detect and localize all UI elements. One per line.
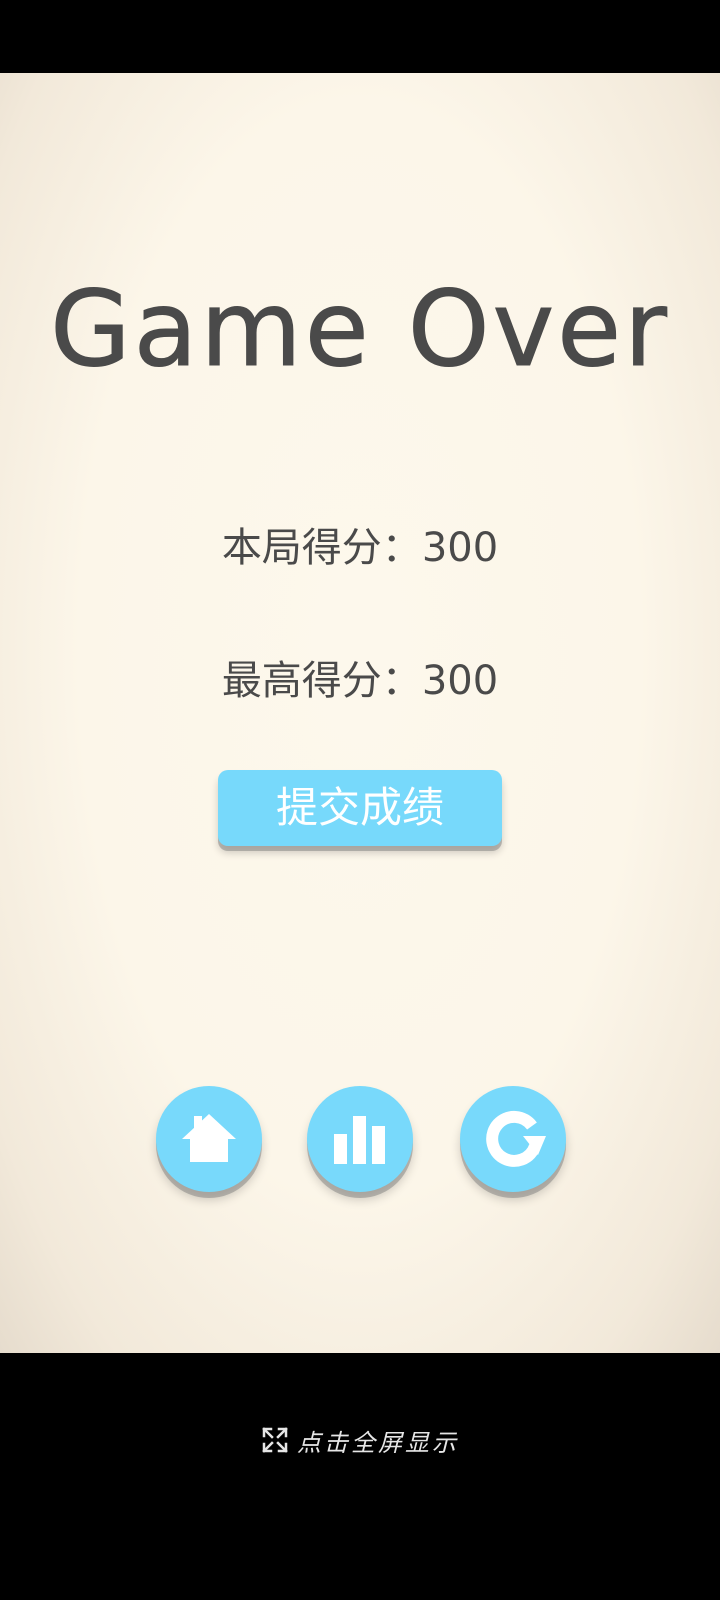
bottom-bar <box>0 1353 720 1600</box>
bar-chart-icon <box>334 1116 385 1164</box>
restart-button[interactable] <box>460 1086 566 1192</box>
best-score-label: 最高得分： <box>221 658 422 704</box>
home-button[interactable] <box>156 1086 262 1192</box>
home-icon <box>182 1114 236 1162</box>
leaderboard-button[interactable] <box>307 1086 413 1192</box>
refresh-icon <box>486 1110 546 1167</box>
current-score-label: 本局得分： <box>221 525 422 571</box>
game-area: Game Over 本局得分：300 最高得分：300 提交成绩 <box>0 73 720 1353</box>
best-score: 最高得分：300 <box>0 656 720 706</box>
submit-score-button[interactable]: 提交成绩 <box>218 770 502 846</box>
screen: Game Over 本局得分：300 最高得分：300 提交成绩 点击全屏显示 <box>0 0 720 1600</box>
game-over-title: Game Over <box>50 268 670 390</box>
best-score-value: 300 <box>421 658 499 704</box>
expand-icon <box>262 1427 288 1453</box>
fullscreen-label: 点击全屏显示 <box>297 1428 459 1457</box>
fullscreen-hint[interactable]: 点击全屏显示 <box>0 1423 720 1457</box>
current-score-value: 300 <box>421 525 499 571</box>
current-score: 本局得分：300 <box>0 523 720 573</box>
